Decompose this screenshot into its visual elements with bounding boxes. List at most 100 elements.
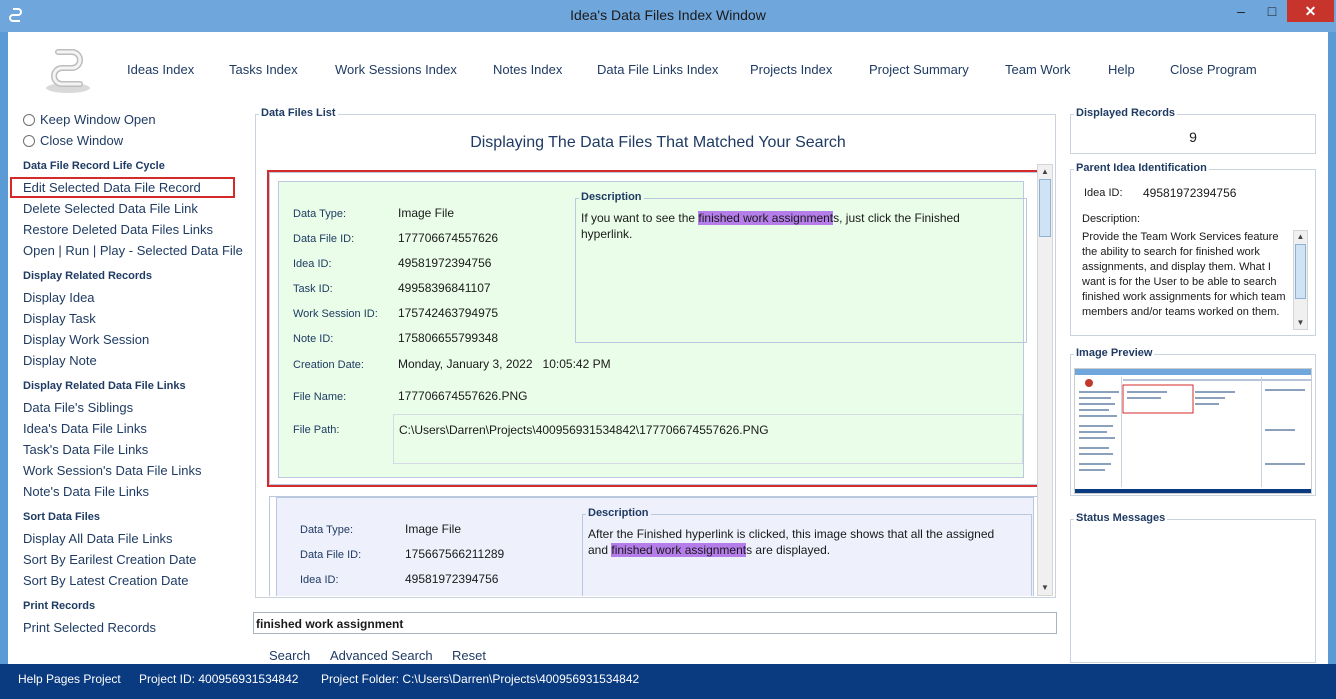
display-note-link[interactable]: Display Note — [23, 353, 97, 368]
data-file-record-card[interactable]: Data Type: Image File Data File ID: 1756… — [269, 496, 1037, 596]
section-title-related-links: Display Related Data File Links — [23, 380, 186, 392]
parent-idea-title: Parent Idea Identification — [1074, 162, 1209, 174]
work-session-id-label: Work Session ID: — [293, 308, 378, 320]
nav-close-program[interactable]: Close Program — [1170, 62, 1257, 77]
data-files-list[interactable]: Data Type: Image File Data File ID: 1777… — [261, 164, 1037, 596]
search-highlight: finished work assignment — [698, 211, 834, 225]
creation-date-value: Monday, January 3, 2022 10:05:42 PM — [398, 357, 611, 371]
search-highlight: finished work assignment — [611, 543, 747, 557]
nav-tasks-index[interactable]: Tasks Index — [229, 62, 298, 77]
displayed-records-title: Displayed Records — [1074, 107, 1178, 119]
description-title: Description — [579, 191, 644, 203]
note-id-value: 175806655799348 — [398, 331, 499, 345]
close-window-button[interactable]: ✕ — [1287, 0, 1334, 22]
status-project-id: Project ID: 400956931534842 — [139, 672, 299, 686]
status-messages-group — [1070, 519, 1316, 663]
parent-description-text: Provide the Team Work Services feature t… — [1082, 231, 1286, 318]
client-area: Ideas Index Tasks Index Work Sessions In… — [8, 32, 1328, 664]
window-title: Idea's Data Files Index Window — [570, 7, 766, 23]
image-preview-title: Image Preview — [1074, 347, 1155, 359]
file-name-value: 177706674557626.PNG — [398, 389, 528, 403]
print-selected-records-link[interactable]: Print Selected Records — [23, 620, 156, 635]
scroll-up-icon[interactable]: ▲ — [1294, 231, 1307, 243]
section-title-related-records: Display Related Records — [23, 270, 152, 282]
work-session-data-file-links-link[interactable]: Work Session's Data File Links — [23, 463, 202, 478]
idea-id-label: Idea ID: — [300, 574, 339, 586]
idea-id-label: Idea ID: — [293, 258, 332, 270]
idea-data-file-links-link[interactable]: Idea's Data File Links — [23, 421, 147, 436]
file-name-label: File Name: — [293, 391, 347, 403]
minimize-button[interactable]: – — [1226, 0, 1256, 22]
sort-earliest-link[interactable]: Sort By Earilest Creation Date — [23, 552, 196, 567]
scroll-down-icon[interactable]: ▼ — [1038, 581, 1052, 595]
data-type-value: Image File — [405, 522, 462, 536]
scroll-thumb[interactable] — [1039, 179, 1051, 237]
data-type-value: Image File — [398, 206, 455, 220]
description-scrollbar[interactable]: ▲ ▼ — [1293, 230, 1308, 330]
parent-idea-id-value: 49581972394756 — [1143, 186, 1237, 200]
section-title-sort: Sort Data Files — [23, 511, 101, 523]
section-title-life-cycle: Data File Record Life Cycle — [23, 160, 165, 172]
description-title: Description — [586, 507, 651, 519]
delete-selected-data-file-link[interactable]: Delete Selected Data File Link — [23, 201, 198, 216]
status-project-name: Help Pages Project — [18, 672, 121, 686]
radio-label: Close Window — [40, 133, 124, 148]
parent-idea-id-label: Idea ID: — [1084, 187, 1123, 199]
scroll-up-icon[interactable]: ▲ — [1038, 165, 1052, 179]
nav-projects-index[interactable]: Projects Index — [750, 62, 832, 77]
task-id-value: 49958396841107 — [398, 281, 491, 295]
reset-button[interactable]: Reset — [452, 648, 486, 663]
keep-window-open-radio[interactable]: Keep Window Open — [23, 112, 156, 127]
note-id-label: Note ID: — [293, 333, 334, 345]
parent-description-label: Description: — [1082, 213, 1141, 225]
description-text: After the Finished hyperlink is clicked,… — [588, 527, 995, 557]
app-window: Idea's Data Files Index Window – □ ✕ Ide… — [0, 0, 1336, 699]
note-data-file-links-link[interactable]: Note's Data File Links — [23, 484, 149, 499]
data-file-id-label: Data File ID: — [293, 233, 355, 245]
nav-help[interactable]: Help — [1108, 62, 1135, 77]
nav-ideas-index[interactable]: Ideas Index — [127, 62, 194, 77]
nav-project-summary[interactable]: Project Summary — [869, 62, 969, 77]
data-file-id-value: 175667566211289 — [405, 547, 505, 561]
data-file-record-card[interactable]: Data Type: Image File Data File ID: 1777… — [267, 170, 1037, 487]
displayed-records-count: 9 — [1189, 129, 1197, 145]
advanced-search-button[interactable]: Advanced Search — [330, 648, 433, 663]
scroll-thumb[interactable] — [1295, 244, 1306, 299]
description-text: If you want to see the finished work ass… — [581, 211, 960, 241]
top-navigation: Ideas Index Tasks Index Work Sessions In… — [8, 62, 1328, 82]
display-idea-link[interactable]: Display Idea — [23, 290, 95, 305]
display-task-link[interactable]: Display Task — [23, 311, 96, 326]
file-path-label: File Path: — [293, 424, 340, 436]
search-button[interactable]: Search — [269, 648, 310, 663]
image-preview-thumbnail[interactable] — [1074, 368, 1312, 494]
status-messages-title: Status Messages — [1074, 512, 1168, 524]
open-run-play-data-file-link[interactable]: Open | Run | Play - Selected Data File — [23, 243, 243, 258]
maximize-button[interactable]: □ — [1257, 0, 1287, 22]
scroll-down-icon[interactable]: ▼ — [1294, 317, 1307, 329]
edit-selected-data-file-record-link[interactable]: Edit Selected Data File Record — [10, 177, 235, 198]
search-input[interactable]: finished work assignment — [253, 612, 1057, 634]
task-id-label: Task ID: — [293, 283, 333, 295]
task-data-file-links-link[interactable]: Task's Data File Links — [23, 442, 148, 457]
work-session-id-value: 175742463794975 — [398, 306, 499, 320]
display-work-session-link[interactable]: Display Work Session — [23, 332, 149, 347]
nav-notes-index[interactable]: Notes Index — [493, 62, 562, 77]
data-files-list-title: Data Files List — [259, 107, 338, 119]
records-scrollbar[interactable]: ▲ ▼ — [1037, 164, 1053, 596]
restore-deleted-data-files-links[interactable]: Restore Deleted Data Files Links — [23, 222, 213, 237]
radio-circle — [23, 134, 35, 147]
creation-date-label: Creation Date: — [293, 359, 364, 371]
display-all-data-file-links-link[interactable]: Display All Data File Links — [23, 531, 173, 546]
nav-work-sessions-index[interactable]: Work Sessions Index — [335, 62, 457, 77]
sort-latest-link[interactable]: Sort By Latest Creation Date — [23, 573, 188, 588]
file-path-box: C:\Users\Darren\Projects\400956931534842… — [393, 414, 1023, 464]
title-bar: Idea's Data Files Index Window – □ ✕ — [0, 0, 1336, 32]
results-heading: Displaying The Data Files That Matched Y… — [470, 134, 846, 151]
nav-team-work[interactable]: Team Work — [1005, 62, 1071, 77]
data-file-siblings-link[interactable]: Data File's Siblings — [23, 400, 133, 415]
close-window-radio[interactable]: Close Window — [23, 133, 123, 148]
data-file-id-value: 177706674557626 — [398, 231, 499, 245]
screenshot-thumbnail-icon — [1075, 369, 1311, 493]
file-path-value: C:\Users\Darren\Projects\400956931534842… — [399, 423, 769, 437]
nav-data-file-links-index[interactable]: Data File Links Index — [597, 62, 718, 77]
